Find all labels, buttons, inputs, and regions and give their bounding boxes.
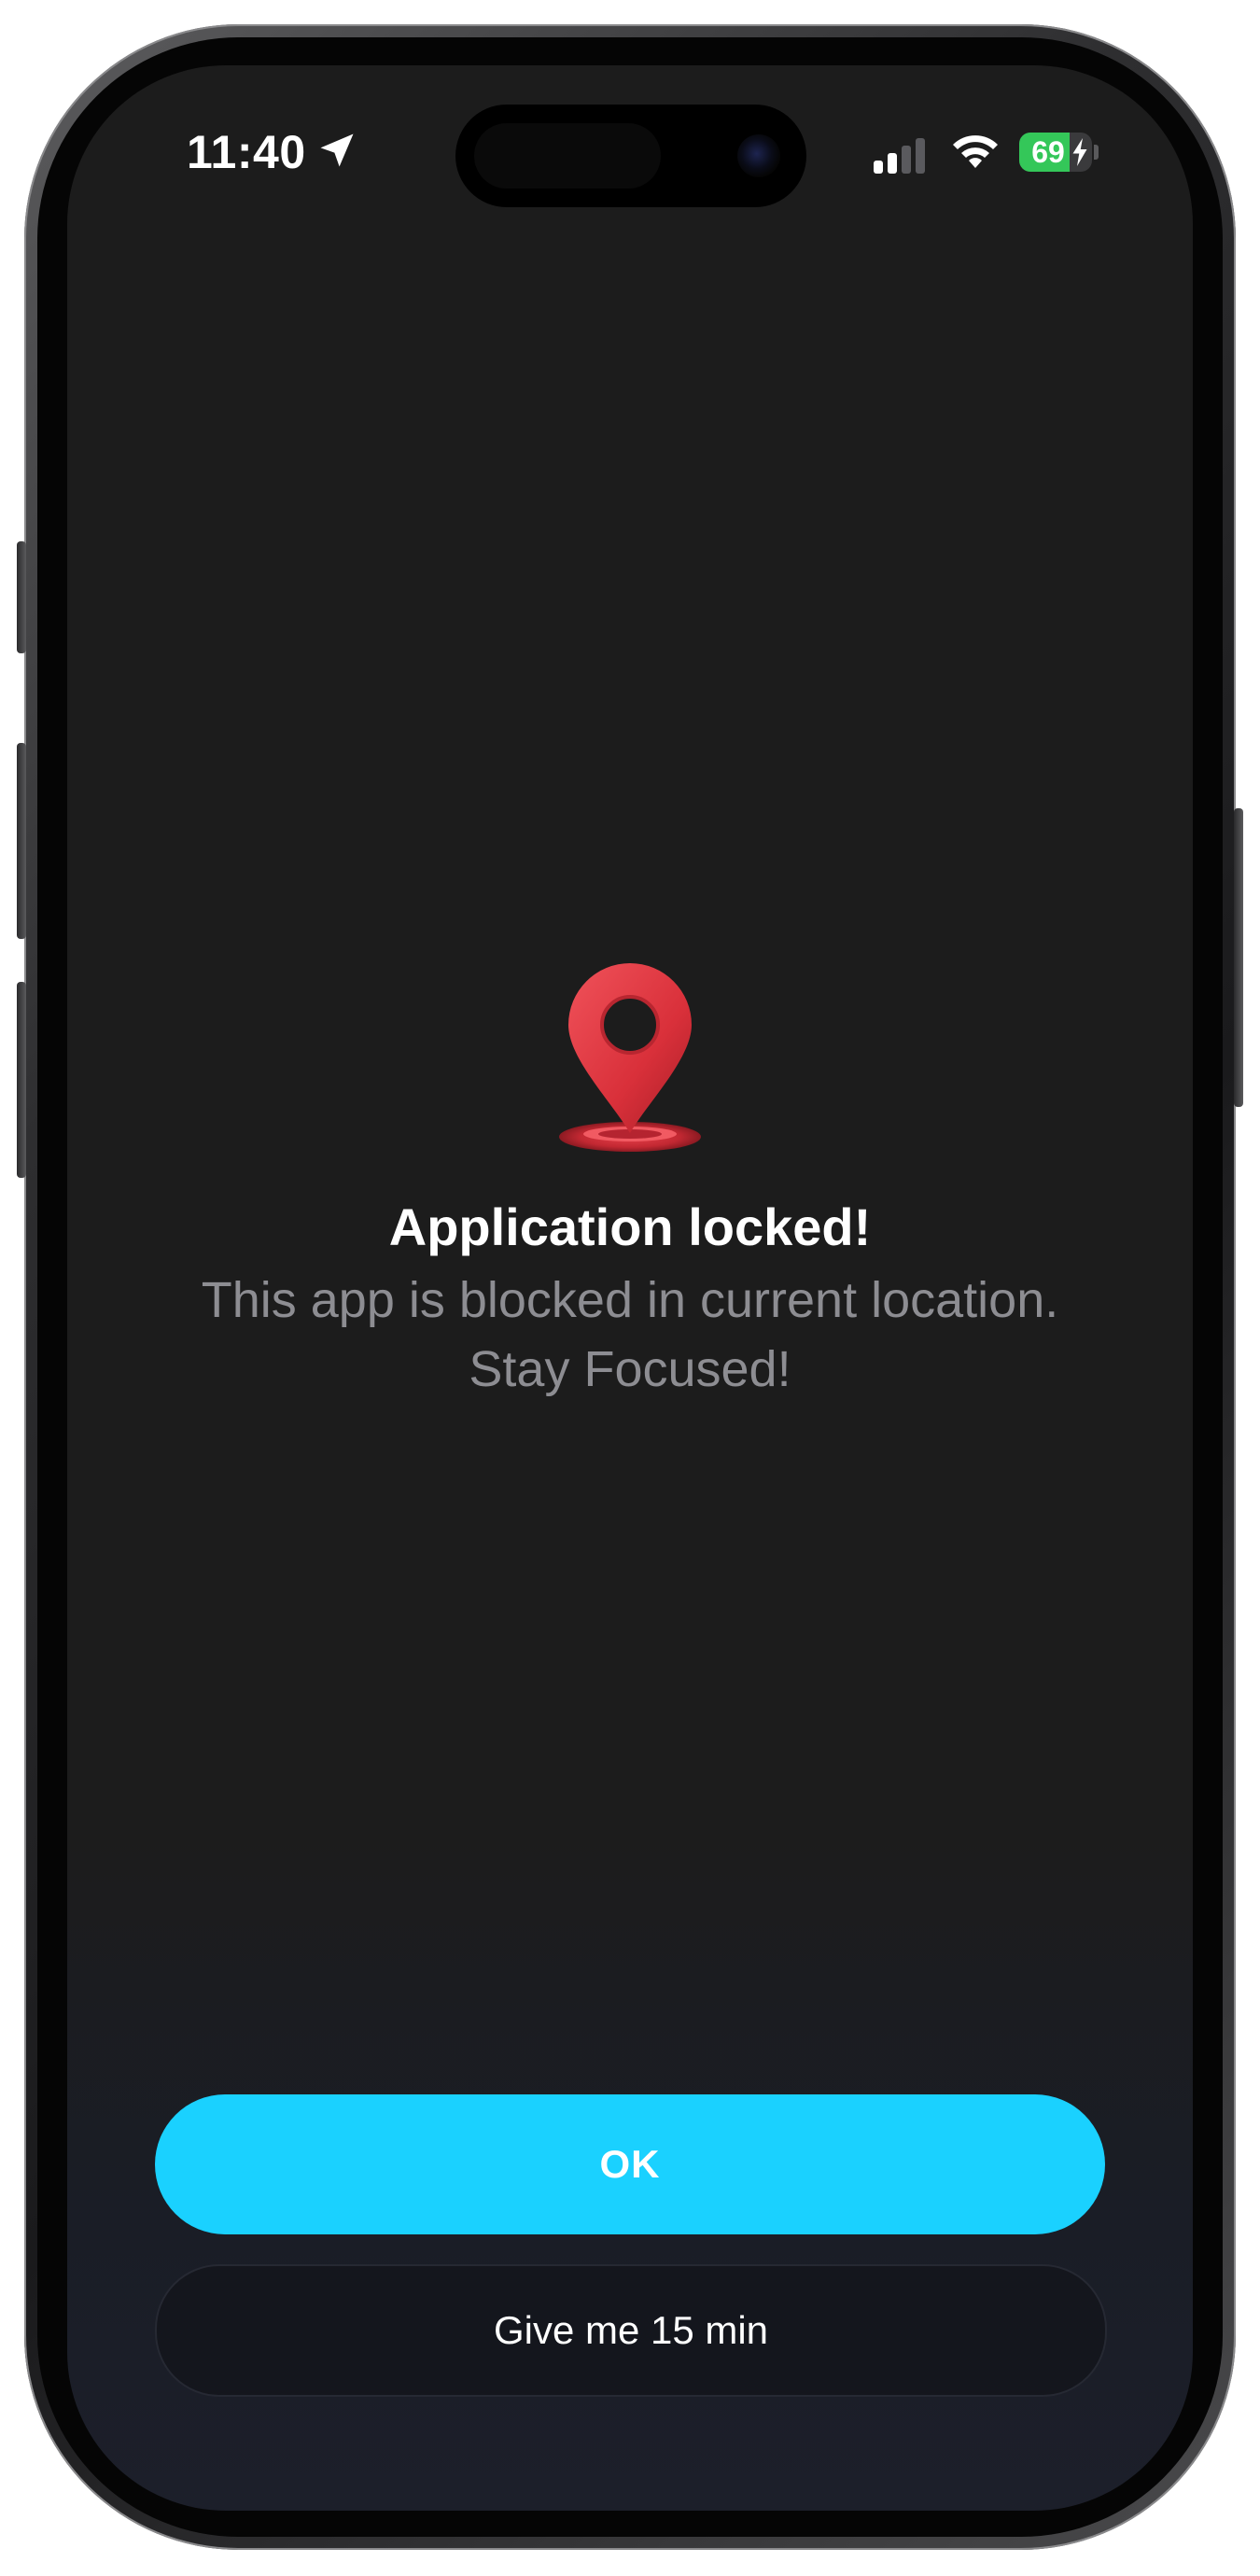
lock-message-line-2: Stay Focused! xyxy=(469,1341,791,1397)
charging-bolt-icon xyxy=(1072,138,1087,166)
lock-message: Application locked! This app is blocked … xyxy=(67,961,1193,1404)
status-time: 11:40 xyxy=(187,126,306,178)
island-sensor xyxy=(474,123,661,189)
power-button xyxy=(1234,808,1243,1107)
dynamic-island xyxy=(455,105,806,207)
snooze-15-min-button[interactable]: Give me 15 min xyxy=(155,2264,1107,2397)
battery-level: 69 xyxy=(1031,135,1065,169)
location-arrow-icon xyxy=(320,133,354,167)
map-pin-icon xyxy=(559,963,701,1152)
lock-message-line-1: This app is blocked in current location. xyxy=(201,1272,1059,1328)
cellular-signal-icon xyxy=(874,136,930,174)
status-bar: 11:40 69 xyxy=(67,65,1193,243)
battery-cap xyxy=(1094,145,1099,160)
lock-title: Application locked! xyxy=(388,1197,872,1256)
ok-button[interactable]: OK xyxy=(155,2094,1105,2234)
battery-icon: 69 xyxy=(1019,133,1092,172)
volume-up-button xyxy=(17,743,26,939)
front-camera xyxy=(737,134,780,177)
action-button xyxy=(17,541,26,653)
app-screen: 11:40 69 Application locked! This app is… xyxy=(67,65,1193,2511)
wifi-icon xyxy=(953,135,998,168)
volume-down-button xyxy=(17,982,26,1178)
